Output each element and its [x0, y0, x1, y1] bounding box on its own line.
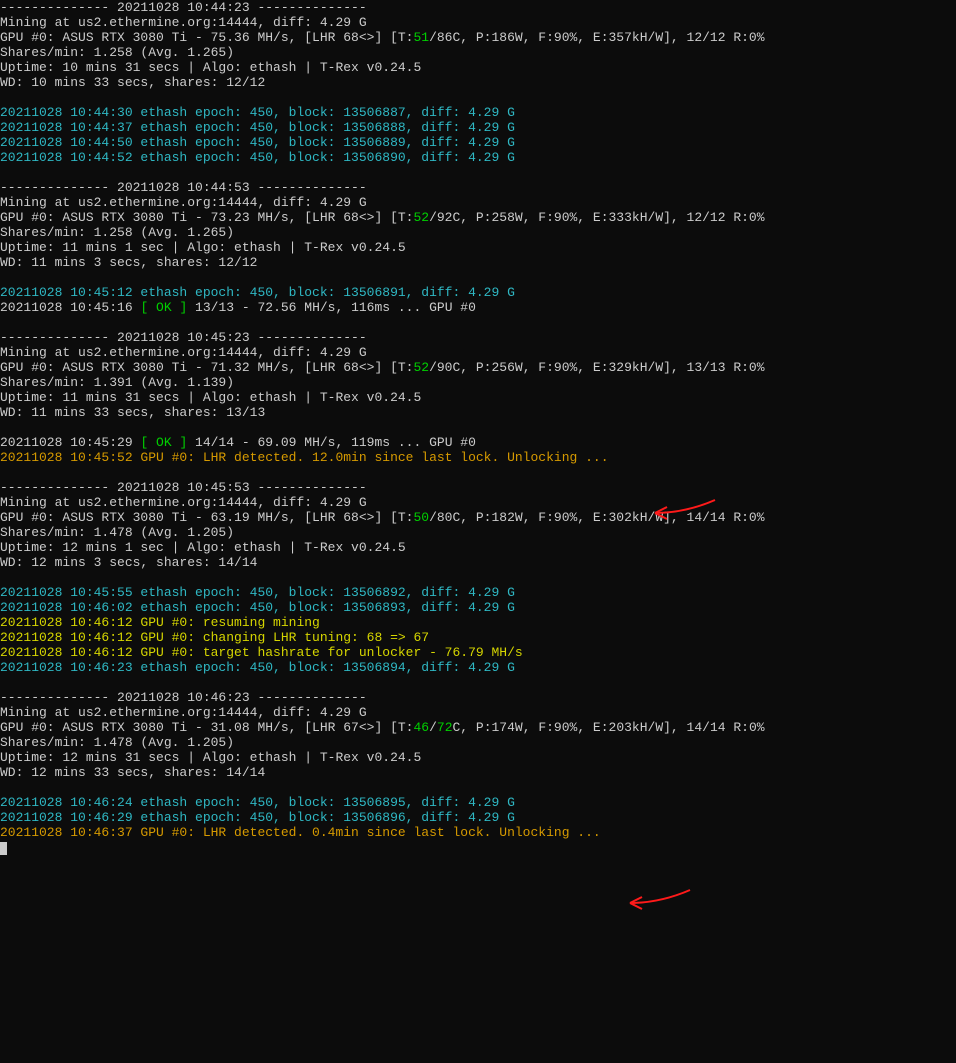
uptime-line: Uptime: 12 mins 1 sec | Algo: ethash | T… [0, 540, 406, 555]
shares-line: Shares/min: 1.258 (Avg. 1.265) [0, 45, 234, 60]
epoch-line: 20211028 10:44:50 ethash epoch: 450, blo… [0, 135, 515, 150]
wd-line: WD: 11 mins 33 secs, shares: 13/13 [0, 405, 265, 420]
epoch-line: 20211028 10:45:12 ethash epoch: 450, blo… [0, 285, 515, 300]
epoch-line: 20211028 10:46:02 ethash epoch: 450, blo… [0, 600, 515, 615]
info-line: 20211028 10:46:12 GPU #0: changing LHR t… [0, 630, 429, 645]
wd-line: WD: 12 mins 33 secs, shares: 14/14 [0, 765, 265, 780]
gpu-line: GPU #0: ASUS RTX 3080 Ti - 31.08 MH/s, [… [0, 720, 765, 735]
uptime-line: Uptime: 11 mins 31 secs | Algo: ethash |… [0, 390, 421, 405]
epoch-line: 20211028 10:44:52 ethash epoch: 450, blo… [0, 150, 515, 165]
shares-line: Shares/min: 1.391 (Avg. 1.139) [0, 375, 234, 390]
mining-line: Mining at us2.ethermine.org:14444, diff:… [0, 345, 367, 360]
separator: -------------- 20211028 10:44:53 -------… [0, 180, 367, 195]
uptime-line: Uptime: 12 mins 31 secs | Algo: ethash |… [0, 750, 421, 765]
gpu-line: GPU #0: ASUS RTX 3080 Ti - 71.32 MH/s, [… [0, 360, 765, 375]
separator: -------------- 20211028 10:45:53 -------… [0, 480, 367, 495]
separator: -------------- 20211028 10:44:23 -------… [0, 0, 367, 15]
epoch-line: 20211028 10:45:55 ethash epoch: 450, blo… [0, 585, 515, 600]
epoch-line: 20211028 10:44:30 ethash epoch: 450, blo… [0, 105, 515, 120]
mining-line: Mining at us2.ethermine.org:14444, diff:… [0, 705, 367, 720]
wd-line: WD: 10 mins 33 secs, shares: 12/12 [0, 75, 265, 90]
cursor [0, 842, 7, 855]
uptime-line: Uptime: 11 mins 1 sec | Algo: ethash | T… [0, 240, 406, 255]
shares-line: Shares/min: 1.478 (Avg. 1.205) [0, 735, 234, 750]
uptime-line: Uptime: 10 mins 31 secs | Algo: ethash |… [0, 60, 421, 75]
epoch-line: 20211028 10:46:24 ethash epoch: 450, blo… [0, 795, 515, 810]
shares-line: Shares/min: 1.258 (Avg. 1.265) [0, 225, 234, 240]
ok-line: 20211028 10:45:29 [ OK ] 14/14 - 69.09 M… [0, 435, 476, 450]
gpu-line: GPU #0: ASUS RTX 3080 Ti - 63.19 MH/s, [… [0, 510, 765, 525]
shares-line: Shares/min: 1.478 (Avg. 1.205) [0, 525, 234, 540]
gpu-line: GPU #0: ASUS RTX 3080 Ti - 73.23 MH/s, [… [0, 210, 765, 225]
gpu-line: GPU #0: ASUS RTX 3080 Ti - 75.36 MH/s, [… [0, 30, 765, 45]
info-line: 20211028 10:46:12 GPU #0: resuming minin… [0, 615, 320, 630]
mining-line: Mining at us2.ethermine.org:14444, diff:… [0, 15, 367, 30]
epoch-line: 20211028 10:44:37 ethash epoch: 450, blo… [0, 120, 515, 135]
epoch-line: 20211028 10:46:29 ethash epoch: 450, blo… [0, 810, 515, 825]
mining-line: Mining at us2.ethermine.org:14444, diff:… [0, 195, 367, 210]
terminal-output: -------------- 20211028 10:44:23 -------… [0, 0, 956, 855]
ok-line: 20211028 10:45:16 [ OK ] 13/13 - 72.56 M… [0, 300, 476, 315]
warn-line: 20211028 10:45:52 GPU #0: LHR detected. … [0, 450, 609, 465]
separator: -------------- 20211028 10:45:23 -------… [0, 330, 367, 345]
info-line: 20211028 10:46:12 GPU #0: target hashrat… [0, 645, 523, 660]
separator: -------------- 20211028 10:46:23 -------… [0, 690, 367, 705]
wd-line: WD: 11 mins 3 secs, shares: 12/12 [0, 255, 257, 270]
wd-line: WD: 12 mins 3 secs, shares: 14/14 [0, 555, 257, 570]
warn-line: 20211028 10:46:37 GPU #0: LHR detected. … [0, 825, 601, 840]
epoch-line: 20211028 10:46:23 ethash epoch: 450, blo… [0, 660, 515, 675]
mining-line: Mining at us2.ethermine.org:14444, diff:… [0, 495, 367, 510]
